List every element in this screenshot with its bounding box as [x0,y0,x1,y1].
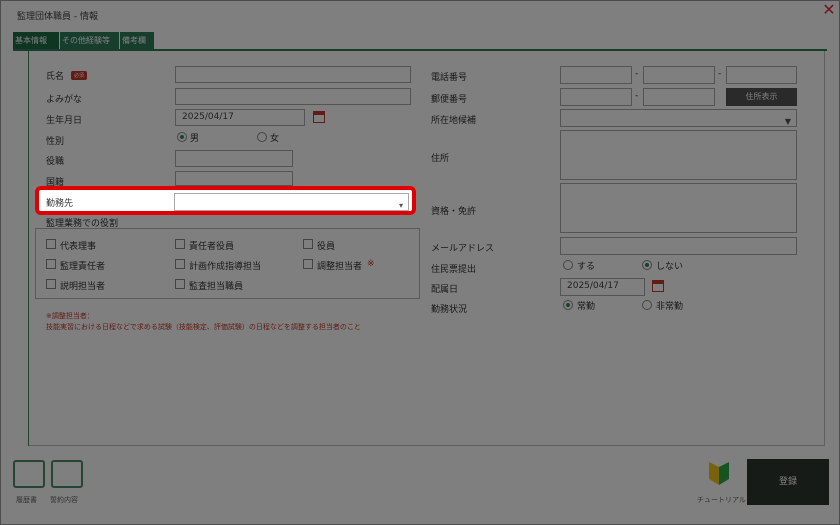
resident-yes-label: する [577,262,596,272]
postal-input-1[interactable] [560,88,632,106]
calendar-icon[interactable] [652,280,664,292]
resume-print-icon[interactable] [13,460,45,488]
phone-label: 電話番号 [431,73,468,83]
phone-input-3[interactable] [726,66,797,84]
birthdate-input[interactable]: 2025/04/17 [175,109,305,126]
furigana-input[interactable] [175,88,411,105]
phone-dash-2: - [718,69,722,79]
employment-parttime-radio[interactable] [642,300,652,310]
beginner-leaf-icon[interactable] [707,461,731,487]
role-coordinator-checkbox[interactable] [303,259,313,269]
resume-print-label: 履歴書 [16,496,37,504]
employment-fulltime-radio[interactable] [563,300,573,310]
role-responsible-officer-checkbox[interactable] [175,239,185,249]
chevron-down-icon: ▼ [784,117,791,126]
pledge-print-icon[interactable] [51,460,83,488]
email-label: メールアドレス [431,244,495,254]
role-officer-label: 役員 [317,242,336,252]
phone-input-2[interactable] [643,66,715,84]
name-input[interactable] [175,66,411,83]
postal-input-2[interactable] [643,88,715,106]
resident-no-radio[interactable] [642,260,652,270]
role-explainer-label: 説明担当者 [60,282,106,292]
gender-female-label: 女 [270,134,280,144]
address-textarea[interactable] [560,130,797,180]
workplace-label: 勤務先 [46,199,74,209]
dropdown-arrow-icon: ▾ [398,201,403,210]
role-responsible-officer-label: 責任者役員 [189,242,235,252]
resident-label: 住民票提出 [431,265,477,275]
license-label: 資格・免許 [431,207,477,217]
required-badge: 必須 [71,71,88,80]
show-address-button[interactable]: 住所表示 [726,88,797,106]
gender-male-label: 男 [190,134,200,144]
workplace-highlight: 勤務先 ▾ [35,186,416,215]
resident-no-label: しない [656,262,684,272]
gender-male-radio[interactable] [177,132,187,142]
note-title: ※調整担当者： [46,312,94,320]
role-auditor-label: 監査担当職員 [189,282,244,292]
gender-female-radio[interactable] [257,132,267,142]
close-icon[interactable]: ✕ [821,2,837,19]
role-planning-checkbox[interactable] [175,259,185,269]
role-explainer-checkbox[interactable] [46,279,56,289]
pledge-print-label: 誓約内容 [50,496,78,504]
tab-basic-info[interactable]: 基本情報 [13,32,59,49]
role-representative-label: 代表理事 [60,242,97,252]
phone-dash-1: - [635,69,639,79]
role-supervisor-checkbox[interactable] [46,259,56,269]
employment-label: 勤務状況 [431,305,468,315]
role-coordinator-mark: ※ [367,259,375,269]
position-input[interactable] [175,150,293,167]
furigana-label: よみがな [46,95,83,105]
tutorial-label: チュートリアル [697,496,746,504]
window-title: 監理団体職員 - 情報 [17,12,98,22]
note-description: 技能実習における日程などで求める試験（技能検定、評価試験）の日程などを調整する担… [46,323,361,331]
role-supervisor-label: 監理責任者 [60,262,106,272]
address-label: 住所 [431,154,450,164]
tab-other-experience[interactable]: その他経験等 [60,32,119,49]
role-auditor-checkbox[interactable] [175,279,185,289]
role-coordinator-label: 調整担当者 [317,262,363,272]
title-bar: 監理団体職員 - 情報 ✕ [1,1,839,27]
resident-yes-radio[interactable] [563,260,573,270]
role-planning-label: 計画作成指導担当 [189,262,262,272]
position-label: 役職 [46,157,65,167]
role-representative-checkbox[interactable] [46,239,56,249]
register-button[interactable]: 登録 [747,459,829,505]
workplace-select[interactable]: ▾ [174,193,409,211]
employee-info-dialog: 監理団体職員 - 情報 ✕ 基本情報 その他経験等 備考欄 氏名 必須 よみがな… [0,0,840,525]
birthdate-label: 生年月日 [46,116,83,126]
phone-input-1[interactable] [560,66,632,84]
role-officer-checkbox[interactable] [303,239,313,249]
employment-parttime-label: 非常勤 [656,302,684,312]
assign-date-label: 配属日 [431,285,459,295]
postal-label: 郵便番号 [431,95,468,105]
license-textarea[interactable] [560,183,797,233]
tab-remarks[interactable]: 備考欄 [120,32,154,49]
email-input[interactable] [560,237,797,255]
gender-label: 性別 [46,137,65,147]
nationality-input[interactable] [175,171,293,186]
name-label: 氏名 [46,72,65,82]
calendar-icon[interactable] [313,111,325,123]
prefecture-select[interactable]: ▼ [560,109,797,127]
employment-fulltime-label: 常勤 [577,302,596,312]
postal-dash: - [635,91,639,101]
prefecture-label: 所在地候補 [431,116,477,126]
assign-date-input[interactable]: 2025/04/17 [560,278,645,296]
